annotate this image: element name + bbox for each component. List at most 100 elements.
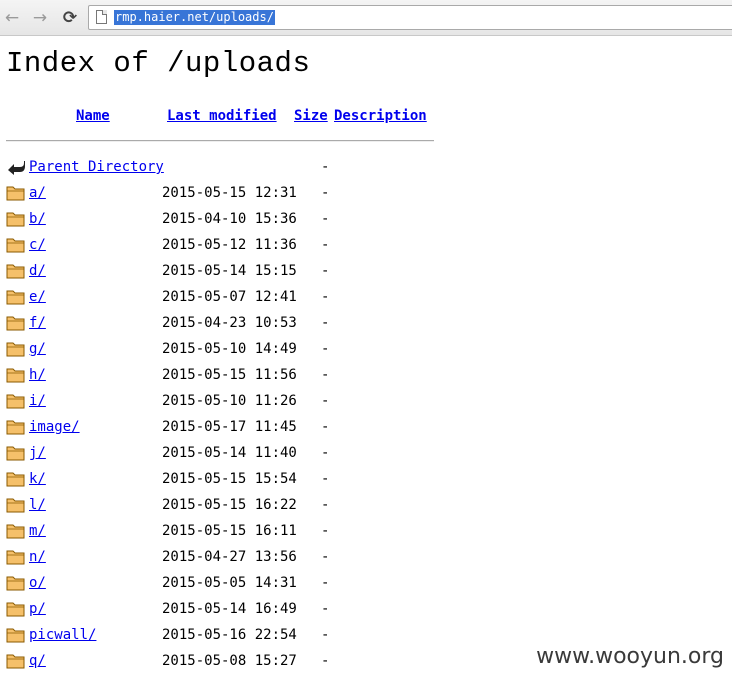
folder-icon <box>6 314 26 332</box>
entry-link[interactable]: i/ <box>29 388 46 414</box>
entry-date: 2015-05-08 15:27 <box>162 653 297 669</box>
entry-size: - <box>321 653 330 669</box>
table-row: g/2015-05-10 14:49 - <box>0 336 732 362</box>
entry-size: - <box>321 367 330 383</box>
folder-icon <box>6 522 26 540</box>
entry-size: - <box>321 601 330 617</box>
table-row: c/2015-05-12 11:36 - <box>0 232 732 258</box>
table-row: n/2015-04-27 13:56 - <box>0 544 732 570</box>
entry-date: 2015-05-15 16:11 <box>162 523 297 539</box>
folder-icon <box>6 288 26 306</box>
table-row: b/2015-04-10 15:36 - <box>0 206 732 232</box>
entry-size: - <box>321 523 330 539</box>
entry-date: 2015-05-15 11:56 <box>162 367 297 383</box>
entry-link[interactable]: h/ <box>29 362 46 388</box>
entry-link[interactable]: f/ <box>29 310 46 336</box>
entry-link[interactable]: n/ <box>29 544 46 570</box>
folder-icon <box>6 626 26 644</box>
entry-size: - <box>321 575 330 591</box>
directory-listing-page: Index of /uploads Name Last modified Siz… <box>0 36 732 685</box>
entry-size: - <box>321 211 330 227</box>
reload-icon[interactable]: ⟳ <box>61 9 79 27</box>
address-url[interactable]: rmp.haier.net/uploads/ <box>114 10 275 25</box>
entry-size: - <box>321 393 330 409</box>
page-icon <box>96 10 107 24</box>
entry-link[interactable]: a/ <box>29 180 46 206</box>
folder-icon <box>6 392 26 410</box>
table-row: o/2015-05-05 14:31 - <box>0 570 732 596</box>
folder-icon <box>6 600 26 618</box>
entry-link[interactable]: p/ <box>29 596 46 622</box>
entry-size: - <box>321 315 330 331</box>
entry-link[interactable]: j/ <box>29 440 46 466</box>
table-row: m/2015-05-15 16:11 - <box>0 518 732 544</box>
sort-by-size-link[interactable]: Size <box>294 108 328 124</box>
entry-link[interactable]: d/ <box>29 258 46 284</box>
entry-date: 2015-05-15 15:54 <box>162 471 297 487</box>
entry-size: - <box>321 497 330 513</box>
entry-date: 2015-05-17 11:45 <box>162 419 297 435</box>
entry-link[interactable]: b/ <box>29 206 46 232</box>
table-row: i/2015-05-10 11:26 - <box>0 388 732 414</box>
table-row: d/2015-05-14 15:15 - <box>0 258 732 284</box>
entry-link[interactable]: picwall/ <box>29 622 96 648</box>
entry-size: - <box>321 341 330 357</box>
page-title: Index of /uploads <box>6 47 311 80</box>
entry-link[interactable]: k/ <box>29 466 46 492</box>
address-bar[interactable]: rmp.haier.net/uploads/ <box>88 5 732 30</box>
entry-size: - <box>321 549 330 565</box>
folder-icon <box>6 444 26 462</box>
parent-directory-icon <box>6 158 26 176</box>
entry-size: - <box>321 185 330 201</box>
sort-by-name-link[interactable]: Name <box>76 108 110 124</box>
entry-link[interactable]: e/ <box>29 284 46 310</box>
folder-icon <box>6 184 26 202</box>
folder-icon <box>6 652 26 670</box>
entry-link[interactable]: g/ <box>29 336 46 362</box>
entry-link[interactable]: c/ <box>29 232 46 258</box>
entry-date: 2015-05-14 16:49 <box>162 601 297 617</box>
table-row: j/2015-05-14 11:40 - <box>0 440 732 466</box>
entry-link[interactable]: m/ <box>29 518 46 544</box>
table-row: Parent Directory - <box>0 154 732 180</box>
entry-link[interactable]: image/ <box>29 414 80 440</box>
entry-size: - <box>321 289 330 305</box>
browser-toolbar: ← → ⟳ rmp.haier.net/uploads/ <box>0 0 732 36</box>
sort-by-description-link[interactable]: Description <box>334 108 427 124</box>
entry-date: 2015-05-14 15:15 <box>162 263 297 279</box>
table-row: p/2015-05-14 16:49 - <box>0 596 732 622</box>
folder-icon <box>6 210 26 228</box>
folder-icon <box>6 496 26 514</box>
entry-link[interactable]: l/ <box>29 492 46 518</box>
entry-date: 2015-04-27 13:56 <box>162 549 297 565</box>
watermark: www.wooyun.org <box>536 644 724 669</box>
entry-date: 2015-05-15 16:22 <box>162 497 297 513</box>
entry-size: - <box>321 471 330 487</box>
folder-icon <box>6 574 26 592</box>
folder-icon <box>6 340 26 358</box>
entry-size: - <box>321 419 330 435</box>
entry-date: 2015-05-10 11:26 <box>162 393 297 409</box>
entry-link[interactable]: o/ <box>29 570 46 596</box>
entry-date: 2015-05-10 14:49 <box>162 341 297 357</box>
sort-by-last-modified-link[interactable]: Last modified <box>167 108 277 124</box>
entry-date: 2015-05-16 22:54 <box>162 627 297 643</box>
entry-size: - <box>321 159 330 175</box>
header-divider <box>6 140 434 142</box>
entry-link[interactable]: Parent Directory <box>29 154 164 180</box>
forward-arrow-icon[interactable]: → <box>31 9 49 27</box>
folder-icon <box>6 548 26 566</box>
table-row: h/2015-05-15 11:56 - <box>0 362 732 388</box>
entry-size: - <box>321 627 330 643</box>
entry-date: 2015-05-07 12:41 <box>162 289 297 305</box>
table-row: l/2015-05-15 16:22 - <box>0 492 732 518</box>
entry-date: 2015-05-12 11:36 <box>162 237 297 253</box>
folder-icon <box>6 418 26 436</box>
entry-link[interactable]: q/ <box>29 648 46 674</box>
entry-date: 2015-05-14 11:40 <box>162 445 297 461</box>
entry-size: - <box>321 263 330 279</box>
entry-date: 2015-05-15 12:31 <box>162 185 297 201</box>
folder-icon <box>6 236 26 254</box>
back-arrow-icon[interactable]: ← <box>3 9 21 27</box>
entry-date: 2015-04-23 10:53 <box>162 315 297 331</box>
